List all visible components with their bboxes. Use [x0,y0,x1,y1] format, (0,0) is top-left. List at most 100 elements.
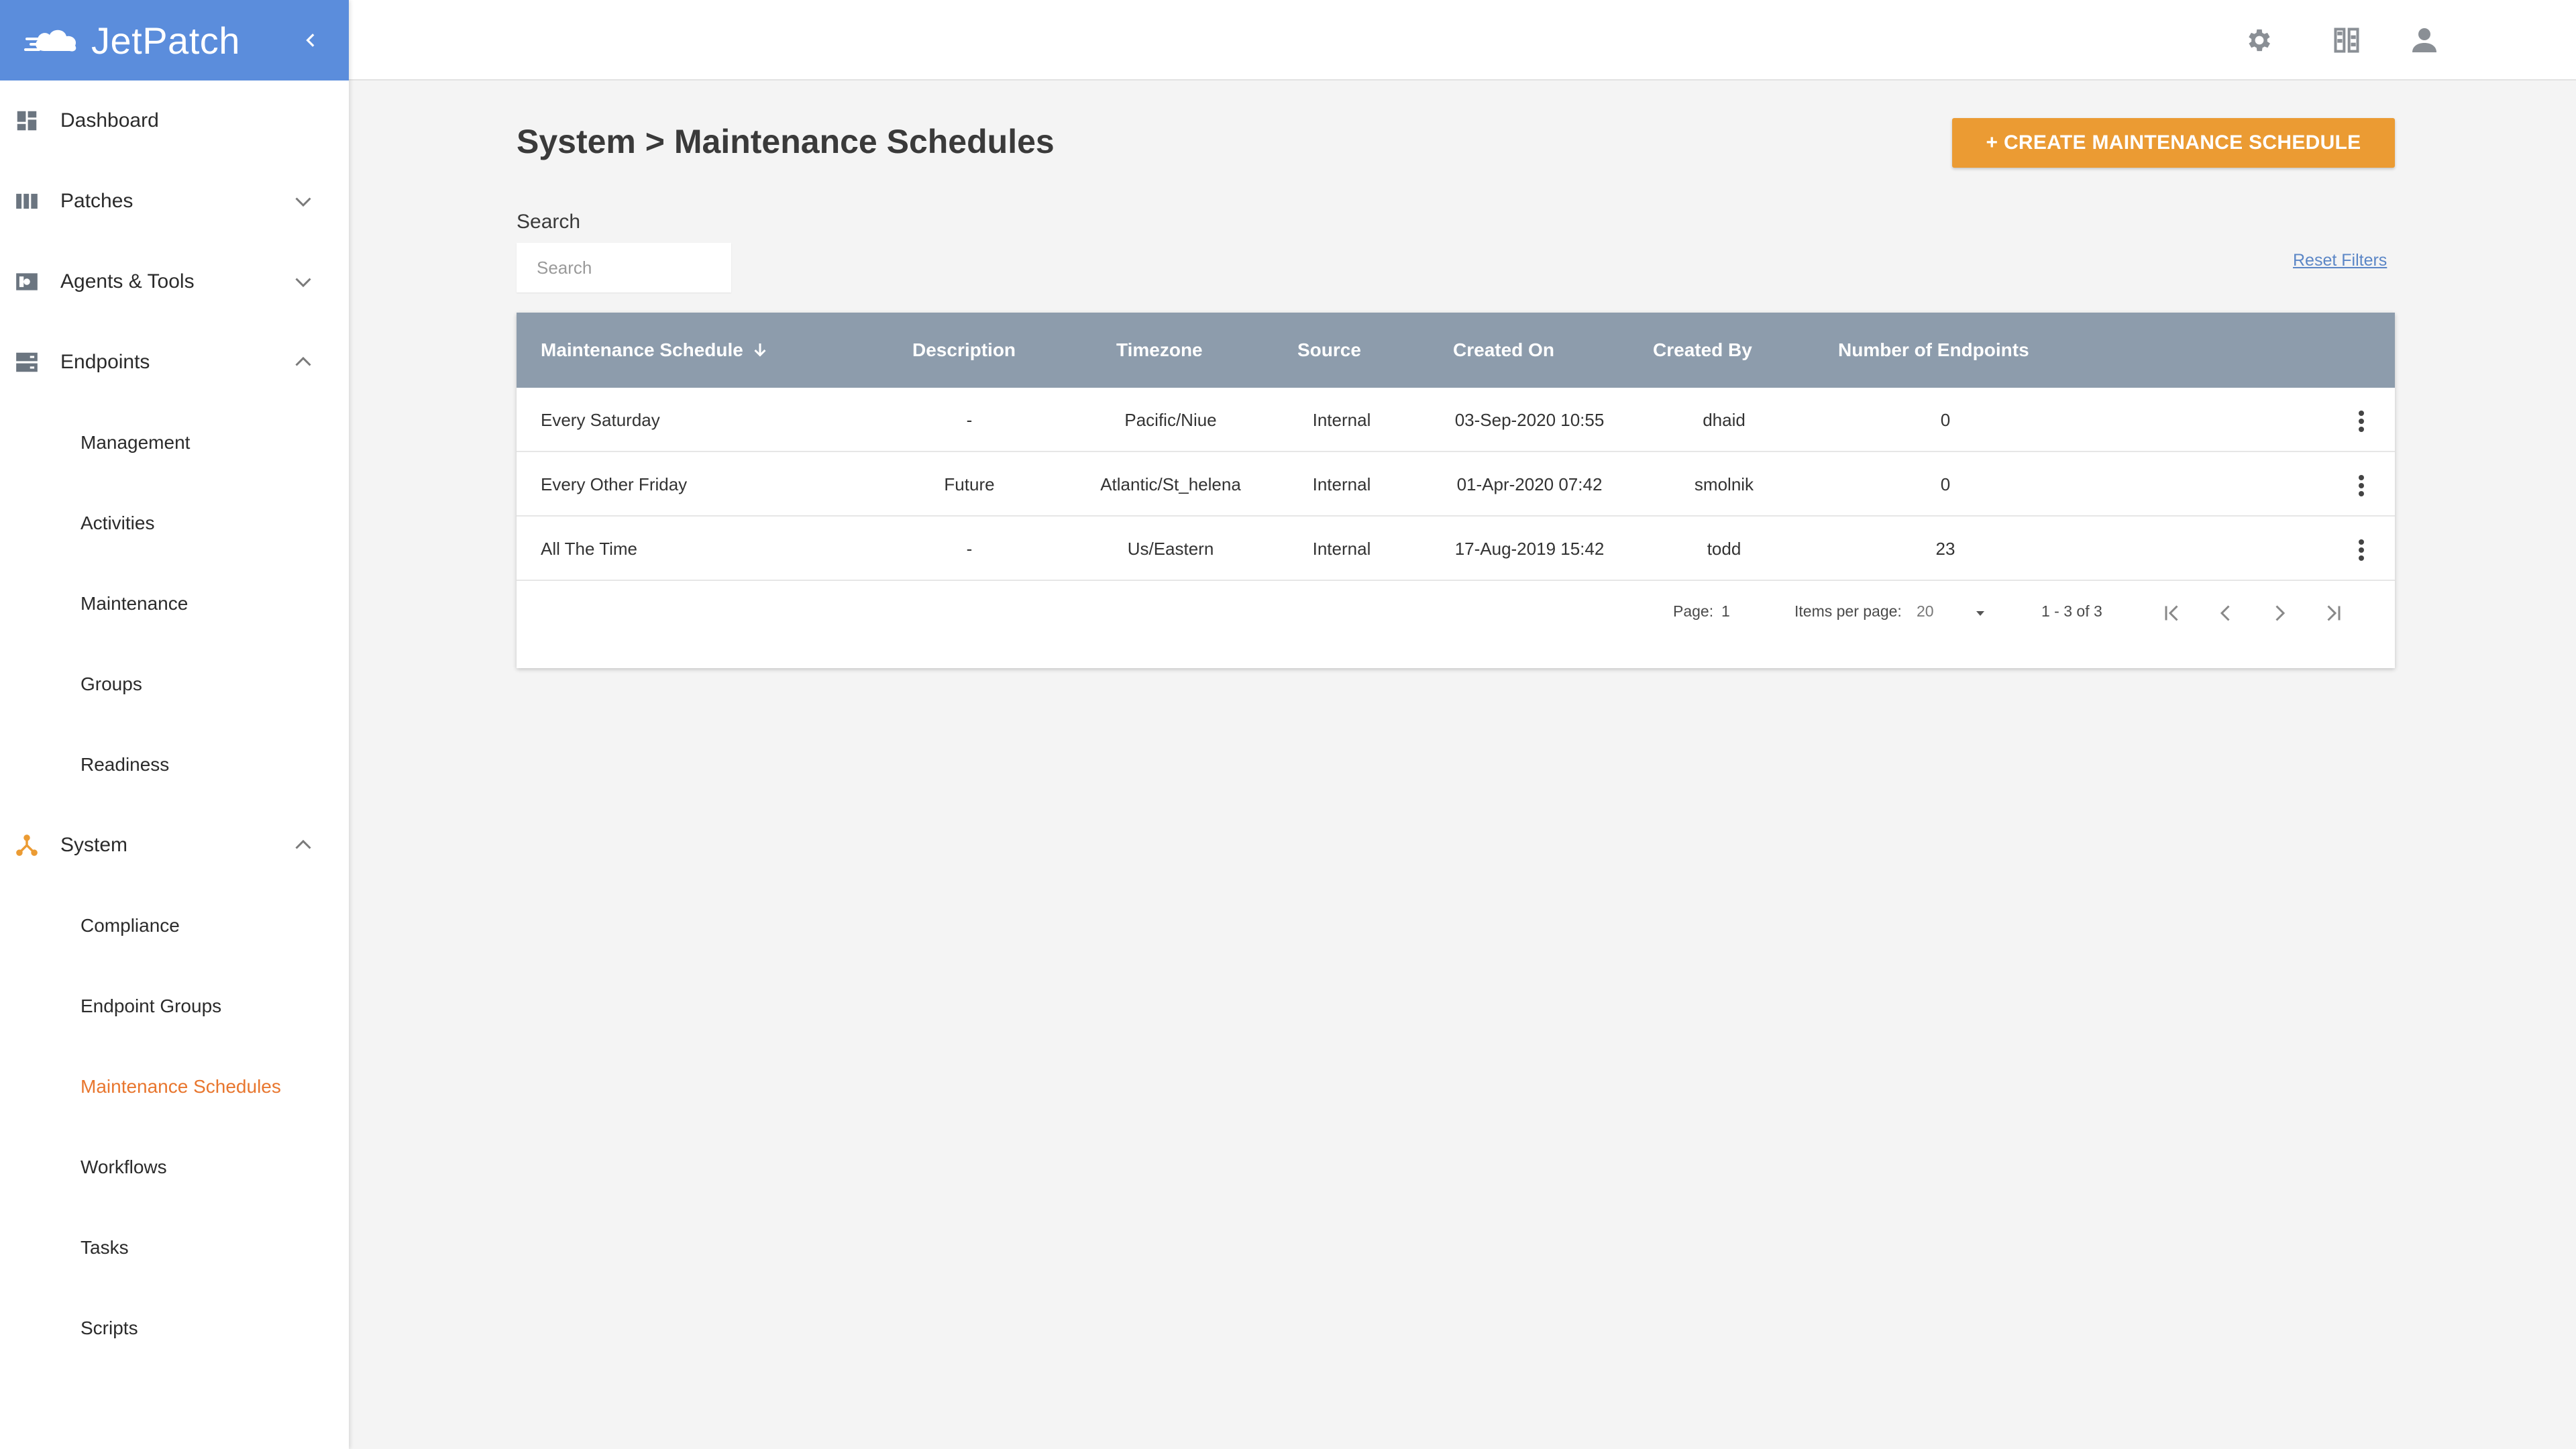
column-header-number-of-endpoints[interactable]: Number of Endpoints [1838,313,2029,388]
sidebar-item-dashboard[interactable]: Dashboard [0,80,349,161]
sidebar-item-label: System [60,834,128,856]
more-vertical-icon [2359,411,2364,432]
cell-timezone: Us/Eastern [1127,538,1214,559]
sidebar-subitem-readiness[interactable]: Readiness [0,724,349,805]
main-content: System > Maintenance Schedules + CREATE … [349,80,2576,1449]
caret-down-icon [1976,611,1984,616]
sidebar-subitem-label: Compliance [80,915,180,936]
cell-description: Future [944,474,995,494]
server-icon [13,349,40,376]
cell-description: - [966,538,973,559]
dashboard-icon [13,107,40,134]
sidebar-subitem-maintenance[interactable]: Maintenance [0,564,349,644]
items-per-page-dropdown[interactable] [1966,598,1995,628]
sidebar-item-system[interactable]: System [0,805,349,885]
agent-tools-icon [13,268,40,295]
columns-toggle-button[interactable] [2330,24,2363,56]
sidebar-item-label: Patches [60,190,133,212]
search-input[interactable] [517,243,731,292]
sidebar-subitem-tasks[interactable]: Tasks [0,1208,349,1288]
chevron-left-icon [306,34,315,47]
pagination: Page: 1 Items per page: 20 1 - 3 of 3 [517,581,2395,641]
settings-button[interactable] [2243,24,2275,56]
column-header-created-on[interactable]: Created On [1453,313,1554,388]
sidebar-subitem-label: Activities [80,513,155,533]
previous-page-button[interactable] [2211,598,2241,628]
sidebar-subitem-management[interactable]: Management [0,402,349,483]
maintenance-schedules-table: Maintenance Schedule Description Timezon… [517,313,2395,668]
column-header-created-by[interactable]: Created By [1653,313,1752,388]
cell-timezone: Pacific/Niue [1124,409,1217,430]
table-row[interactable]: All The Time - Us/Eastern Internal 17-Au… [517,517,2395,581]
brand-header: JetPatch [0,0,349,80]
cell-source: Internal [1312,474,1371,494]
sidebar-item-patches[interactable]: Patches [0,161,349,241]
create-maintenance-schedule-button[interactable]: + CREATE MAINTENANCE SCHEDULE [1952,118,2395,168]
sidebar-subitem-label: Maintenance Schedules [80,1076,281,1097]
cell-created-on: 03-Sep-2020 10:55 [1454,409,1605,430]
sidebar-subitem-groups[interactable]: Groups [0,644,349,724]
cell-created-on: 17-Aug-2019 15:42 [1454,538,1605,559]
column-header-label: Timezone [1116,339,1203,360]
column-header-label: Description [912,339,1016,360]
page-number[interactable]: 1 [1721,602,1730,621]
cloud-logo-icon [24,30,76,52]
column-header-timezone[interactable]: Timezone [1116,313,1203,388]
more-vertical-icon [2359,539,2364,561]
column-header-label: Created By [1653,339,1752,360]
last-page-icon [2327,605,2341,621]
sidebar-subitem-label: Workflows [80,1157,167,1177]
top-bar [349,0,2576,80]
collapse-sidebar-button[interactable] [298,27,325,54]
columns-icon [13,188,40,215]
items-per-page-select[interactable]: 20 [1917,602,1934,621]
settings-icon [2249,29,2270,52]
row-actions-button[interactable] [2348,535,2375,565]
sidebar-subitem-endpoint-groups[interactable]: Endpoint Groups [0,966,349,1046]
user-account-button[interactable] [2408,24,2440,56]
column-header-source[interactable]: Source [1297,313,1361,388]
chevron-down-icon [295,278,311,288]
last-page-button[interactable] [2318,598,2348,628]
columns-toggle-icon [2334,28,2359,53]
sidebar-item-endpoints[interactable]: Endpoints [0,322,349,402]
sidebar-subitem-workflows[interactable]: Workflows [0,1127,349,1208]
page-label: Page: [1673,602,1714,620]
sidebar-item-label: Endpoints [60,351,150,373]
sidebar-subitem-scripts[interactable]: Scripts [0,1288,349,1368]
table-row[interactable]: Every Saturday - Pacific/Niue Internal 0… [517,388,2395,452]
row-actions-button[interactable] [2348,407,2375,436]
sidebar-item-label: Dashboard [60,109,159,131]
column-header-description[interactable]: Description [912,313,1016,388]
sidebar-subitem-label: Endpoint Groups [80,996,222,1016]
cell-created-by: smolnik [1694,474,1754,494]
cell-maintenance-schedule: All The Time [541,538,638,559]
sidebar-subitem-compliance[interactable]: Compliance [0,885,349,966]
range-label: 1 - 3 of 3 [2041,602,2102,620]
first-page-button[interactable] [2157,598,2187,628]
column-header-label: Maintenance Schedule [541,339,743,360]
column-header-label: Number of Endpoints [1838,339,2029,360]
reset-filters-link[interactable]: Reset Filters [2293,251,2387,270]
sidebar-subitem-label: Readiness [80,754,170,775]
first-page-icon [2165,605,2178,621]
table-row[interactable]: Every Other Friday Future Atlantic/St_he… [517,452,2395,517]
chevron-up-icon [295,356,311,366]
column-header-maintenance-schedule[interactable]: Maintenance Schedule [541,313,770,388]
sidebar-subitem-activities[interactable]: Activities [0,483,349,564]
sidebar-subitem-label: Scripts [80,1318,138,1338]
cell-created-by: dhaid [1703,409,1746,430]
sidebar-subitem-label: Maintenance [80,593,189,614]
sidebar-item-label: Agents & Tools [60,270,195,292]
next-page-button[interactable] [2265,598,2294,628]
chevron-right-icon [2275,605,2286,621]
sidebar-item-agents-tools[interactable]: Agents & Tools [0,241,349,322]
cell-created-on: 01-Apr-2020 07:42 [1456,474,1603,494]
column-header-label: Created On [1453,339,1554,360]
row-actions-button[interactable] [2348,471,2375,500]
cell-description: - [966,409,973,430]
cell-maintenance-schedule: Every Saturday [541,409,660,430]
sidebar-subitem-maintenance-schedules[interactable]: Maintenance Schedules [0,1046,349,1127]
sidebar-subitem-label: Groups [80,674,142,694]
cell-maintenance-schedule: Every Other Friday [541,474,688,494]
